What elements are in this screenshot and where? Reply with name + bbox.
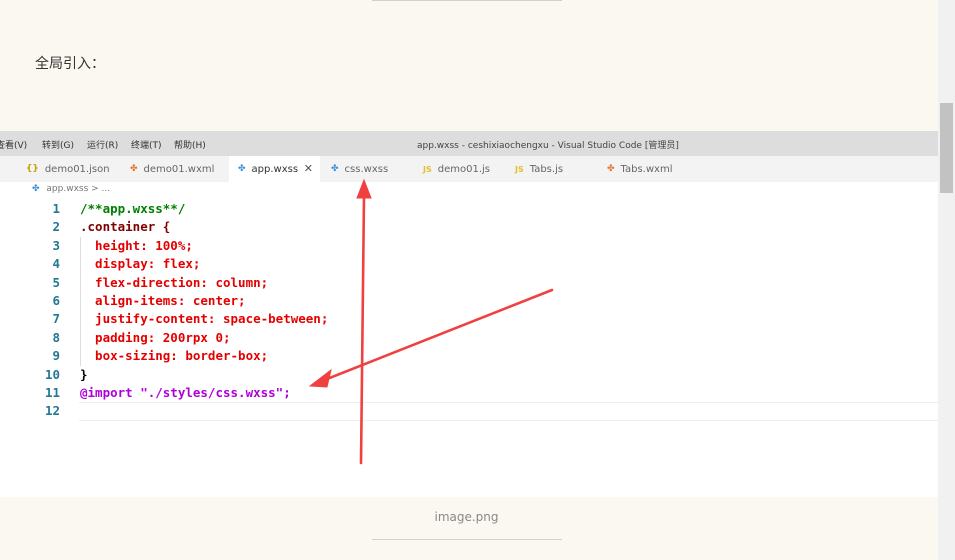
tab-label: css.wxss bbox=[344, 163, 389, 175]
tab-label: demo01.js bbox=[437, 163, 491, 175]
code-text: /**app.wxss**/ bbox=[80, 201, 186, 216]
line-number: 11 bbox=[44, 384, 60, 400]
code-text: justify-content: space-between; bbox=[80, 311, 329, 327]
line-number: 10 bbox=[44, 366, 60, 382]
line-number: 6 bbox=[52, 292, 60, 308]
code-text: box-sizing: border-box; bbox=[80, 348, 269, 364]
code-line: 11 @import "./styles/css.wxss"; bbox=[0, 384, 938, 402]
tab-label: demo01.json bbox=[44, 163, 110, 175]
menu-bar: 查看(V) 转到(G) 运行(R) 终端(T) 帮助(H) app.wxss -… bbox=[0, 131, 938, 156]
tab-bar: {} demo01.json ✤ demo01.wxml ✤ app.wxss … bbox=[0, 156, 938, 182]
line-number: 1 bbox=[52, 201, 60, 216]
code-line: 9 box-sizing: border-box; bbox=[0, 347, 938, 366]
code-text: padding: 200rpx 0; bbox=[80, 329, 231, 345]
bottom-divider bbox=[372, 539, 562, 540]
menu-run[interactable]: 运行(R) bbox=[87, 138, 118, 151]
tab-tabs-wxml[interactable]: ✤ Tabs.wxml bbox=[607, 156, 691, 182]
top-divider bbox=[372, 0, 562, 1]
line-number: 7 bbox=[52, 311, 60, 327]
menu-help[interactable]: 帮助(H) bbox=[174, 138, 206, 151]
breadcrumb-text: app.wxss > ... bbox=[46, 184, 111, 194]
line-number: 3 bbox=[52, 237, 60, 253]
json-braces-icon: {} bbox=[26, 164, 39, 174]
tab-label: Tabs.js bbox=[529, 163, 564, 175]
code-text: flex-direction: column; bbox=[80, 274, 269, 290]
wxss-file-icon: ✤ bbox=[238, 164, 246, 174]
scrollbar-thumb[interactable] bbox=[940, 103, 953, 193]
code-line: 2 .container { bbox=[0, 218, 938, 236]
code-text: height: 100%; bbox=[80, 237, 193, 253]
code-line-current: 12 bbox=[0, 402, 938, 422]
wxss-file-icon: ✤ bbox=[32, 184, 40, 194]
code-text: display: flex; bbox=[80, 256, 201, 272]
menu-view[interactable]: 查看(V) bbox=[0, 138, 27, 151]
menu-terminal[interactable]: 终端(T) bbox=[131, 138, 162, 151]
tab-app-wxss[interactable]: ✤ app.wxss ✕ bbox=[229, 156, 320, 182]
wxml-file-icon: ✤ bbox=[130, 164, 138, 174]
code-text: @import "./styles/css.wxss"; bbox=[80, 384, 291, 400]
tab-css-wxss[interactable]: ✤ css.wxss bbox=[331, 156, 411, 182]
line-number: 4 bbox=[52, 256, 60, 272]
close-icon[interactable]: ✕ bbox=[304, 162, 313, 175]
tab-demo01-js[interactable]: JS demo01.js bbox=[423, 156, 503, 182]
tab-label: demo01.wxml bbox=[143, 163, 215, 175]
js-file-icon: JS bbox=[423, 164, 432, 174]
line-number: 9 bbox=[52, 348, 60, 364]
breadcrumb[interactable]: ✤ app.wxss > ... bbox=[32, 184, 110, 194]
code-editor[interactable]: 1 /**app.wxss**/ 2 .container { 3 height… bbox=[0, 200, 938, 422]
current-line-highlight bbox=[79, 402, 938, 422]
code-line: 1 /**app.wxss**/ bbox=[0, 200, 938, 218]
code-text: } bbox=[80, 366, 88, 382]
menu-goto[interactable]: 转到(G) bbox=[42, 138, 74, 151]
tab-label: app.wxss bbox=[251, 163, 299, 175]
vscode-screenshot: 查看(V) 转到(G) 运行(R) 终端(T) 帮助(H) app.wxss -… bbox=[0, 131, 938, 497]
wxml-file-icon: ✤ bbox=[607, 164, 615, 174]
code-text: .container { bbox=[80, 219, 171, 235]
code-line: 6 align-items: center; bbox=[0, 291, 938, 311]
line-number: 8 bbox=[52, 329, 60, 345]
code-text: align-items: center; bbox=[80, 292, 246, 308]
page-scrollbar[interactable] bbox=[938, 0, 955, 560]
tab-demo01-json[interactable]: {} demo01.json bbox=[26, 156, 118, 182]
tab-demo01-wxml[interactable]: ✤ demo01.wxml bbox=[130, 156, 228, 182]
code-line: 8 padding: 200rpx 0; bbox=[0, 328, 938, 348]
window-title: app.wxss - ceshixiaochengxu - Visual Stu… bbox=[417, 141, 679, 151]
line-number: 5 bbox=[52, 274, 60, 290]
line-number: 12 bbox=[44, 403, 60, 419]
wxss-file-icon: ✤ bbox=[331, 164, 339, 174]
intro-text: 全局引入： bbox=[35, 56, 105, 72]
line-number: 2 bbox=[52, 219, 60, 235]
tab-label: Tabs.wxml bbox=[620, 163, 673, 175]
js-file-icon: JS bbox=[515, 164, 524, 174]
tab-tabs-js[interactable]: JS Tabs.js bbox=[515, 156, 595, 182]
code-line: 5 flex-direction: column; bbox=[0, 273, 938, 292]
code-line: 10 } bbox=[0, 366, 938, 384]
code-line: 7 justify-content: space-between; bbox=[0, 310, 938, 329]
code-line: 3 height: 100%; bbox=[0, 236, 938, 256]
code-line: 4 display: flex; bbox=[0, 255, 938, 274]
image-caption: image.png bbox=[434, 510, 499, 524]
